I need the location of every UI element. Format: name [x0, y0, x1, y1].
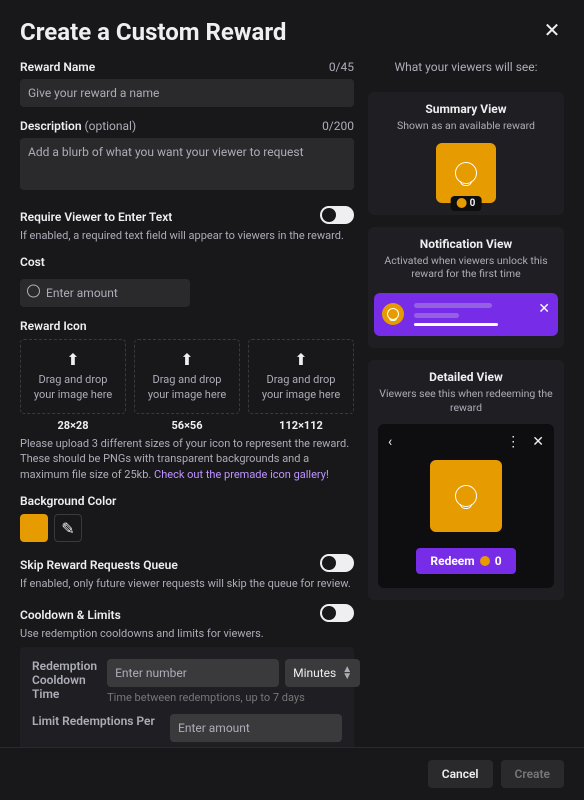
- page-title: Create a Custom Reward: [20, 18, 286, 46]
- cool-help: Use redemption cooldowns and limits for …: [20, 626, 354, 641]
- cooldown-unit-select[interactable]: Minutes▲▼: [285, 659, 360, 687]
- upload-icon: ⬆: [180, 350, 193, 369]
- icon-help: Please upload 3 different sizes of your …: [20, 436, 354, 482]
- desc-input[interactable]: [20, 138, 354, 190]
- skip-help: If enabled, only future viewer requests …: [20, 576, 354, 591]
- cooldown-label: Redemption Cooldown Time: [32, 659, 97, 701]
- picker-button[interactable]: ✎: [54, 514, 82, 542]
- reward-icon: [455, 485, 477, 507]
- name-count: 0/45: [329, 60, 354, 74]
- icon-gallery-link[interactable]: Check out the premade icon gallery!: [154, 468, 329, 481]
- detail-close-icon[interactable]: ✕: [532, 434, 544, 450]
- cooldown-input[interactable]: [107, 659, 279, 687]
- upload-icon: ⬆: [294, 350, 307, 369]
- icon-label: Reward Icon: [20, 319, 354, 333]
- redeem-button[interactable]: Redeem0: [416, 548, 515, 574]
- skip-toggle[interactable]: [320, 554, 354, 572]
- detail-preview: ‹ ⋮ ✕ Redeem0: [378, 424, 554, 588]
- summary-tile: 0: [436, 143, 496, 203]
- reward-icon: [455, 162, 477, 184]
- detail-tile: [430, 460, 502, 532]
- icon-sizes: 28×2856×56112×112: [20, 419, 354, 432]
- notif-close-icon[interactable]: ✕: [538, 301, 550, 317]
- close-button[interactable]: ✕: [540, 18, 564, 42]
- updown-icon: ▲▼: [342, 666, 352, 680]
- cool-label: Cooldown & Limits: [20, 608, 121, 622]
- icon-slot-112[interactable]: ⬆Drag and drop your image here: [248, 339, 354, 414]
- summary-card: Summary View Shown as an available rewar…: [368, 92, 564, 215]
- coin-icon: [457, 198, 467, 208]
- coin-icon: [480, 556, 490, 566]
- bg-label: Background Color: [20, 494, 354, 508]
- points-icon: [27, 284, 40, 297]
- preview-head: What your viewers will see:: [368, 60, 564, 74]
- notif-banner: ✕: [374, 293, 558, 336]
- detail-card: Detailed View Viewers see this when rede…: [368, 360, 564, 600]
- icon-slot-56[interactable]: ⬆Drag and drop your image here: [134, 339, 240, 414]
- cost-chip: 0: [451, 196, 482, 211]
- maxstream-label: Limit Redemptions Per: [32, 714, 160, 728]
- icon-slot-28[interactable]: ⬆Drag and drop your image here: [20, 339, 126, 414]
- cost-input[interactable]: [20, 279, 190, 307]
- notif-reward-icon: [382, 303, 404, 325]
- require-text-toggle[interactable]: [320, 206, 354, 224]
- name-label: Reward Name: [20, 60, 95, 74]
- create-button[interactable]: Create: [501, 760, 564, 788]
- desc-count: 0/200: [322, 119, 354, 133]
- bg-swatch[interactable]: [20, 514, 48, 542]
- back-icon[interactable]: ‹: [388, 434, 392, 450]
- cooldown-help: Time between redemptions, up to 7 days: [107, 691, 360, 704]
- skip-label: Skip Reward Requests Queue: [20, 558, 178, 572]
- upload-icon: ⬆: [66, 350, 79, 369]
- require-text-label: Require Viewer to Enter Text: [20, 210, 172, 224]
- desc-label: Description (optional): [20, 119, 136, 133]
- maxstream-input[interactable]: [170, 714, 342, 742]
- name-input[interactable]: [20, 79, 354, 107]
- notif-card: Notification View Activated when viewers…: [368, 227, 564, 348]
- cool-toggle[interactable]: [320, 604, 354, 622]
- more-icon[interactable]: ⋮: [506, 434, 520, 450]
- require-text-help: If enabled, a required text field will a…: [20, 228, 354, 243]
- cost-label: Cost: [20, 255, 354, 269]
- cancel-button[interactable]: Cancel: [428, 760, 493, 788]
